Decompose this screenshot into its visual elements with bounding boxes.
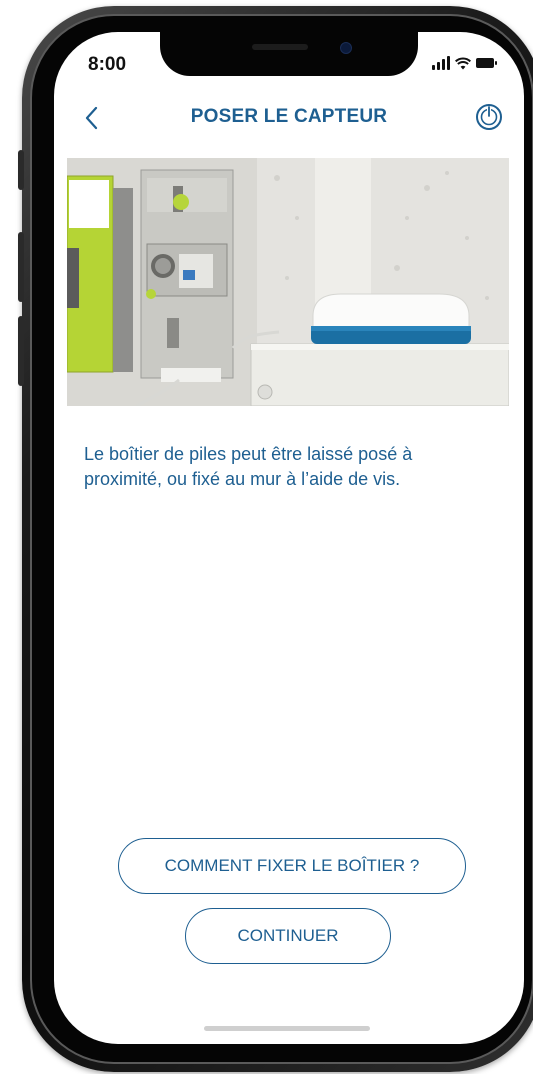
sensor-installation-photo: [67, 158, 509, 406]
meter-and-sensor-image: [67, 158, 509, 406]
continue-button[interactable]: CONTINUER: [185, 908, 391, 964]
instruction-text: Le boîtier de piles peut être laissé pos…: [84, 444, 413, 489]
camera-icon: [340, 42, 352, 54]
status-icons: [432, 56, 497, 70]
status-time: 8:00: [88, 54, 127, 75]
battery-icon: [476, 58, 497, 68]
phone-screen: 8:00 POSER LE CAPTEUR Le boîtier de pile…: [54, 32, 524, 1044]
app-header: POSER LE CAPTEUR: [54, 98, 524, 138]
volume-up-button: [18, 232, 24, 302]
speaker-grille: [252, 44, 308, 50]
power-icon: [476, 104, 502, 130]
wifi-icon: [455, 57, 471, 70]
power-button[interactable]: [474, 102, 504, 132]
app-canvas: 8:00 POSER LE CAPTEUR Le boîtier de pile…: [0, 0, 533, 1074]
notch: [160, 32, 418, 76]
signal-icon: [432, 56, 450, 70]
page-title: POSER LE CAPTEUR: [190, 106, 388, 127]
volume-down-button: [18, 316, 24, 386]
how-to-fix-button[interactable]: COMMENT FIXER LE BOÎTIER ?: [118, 838, 466, 894]
mute-switch: [18, 150, 24, 190]
home-indicator[interactable]: [204, 1026, 370, 1031]
